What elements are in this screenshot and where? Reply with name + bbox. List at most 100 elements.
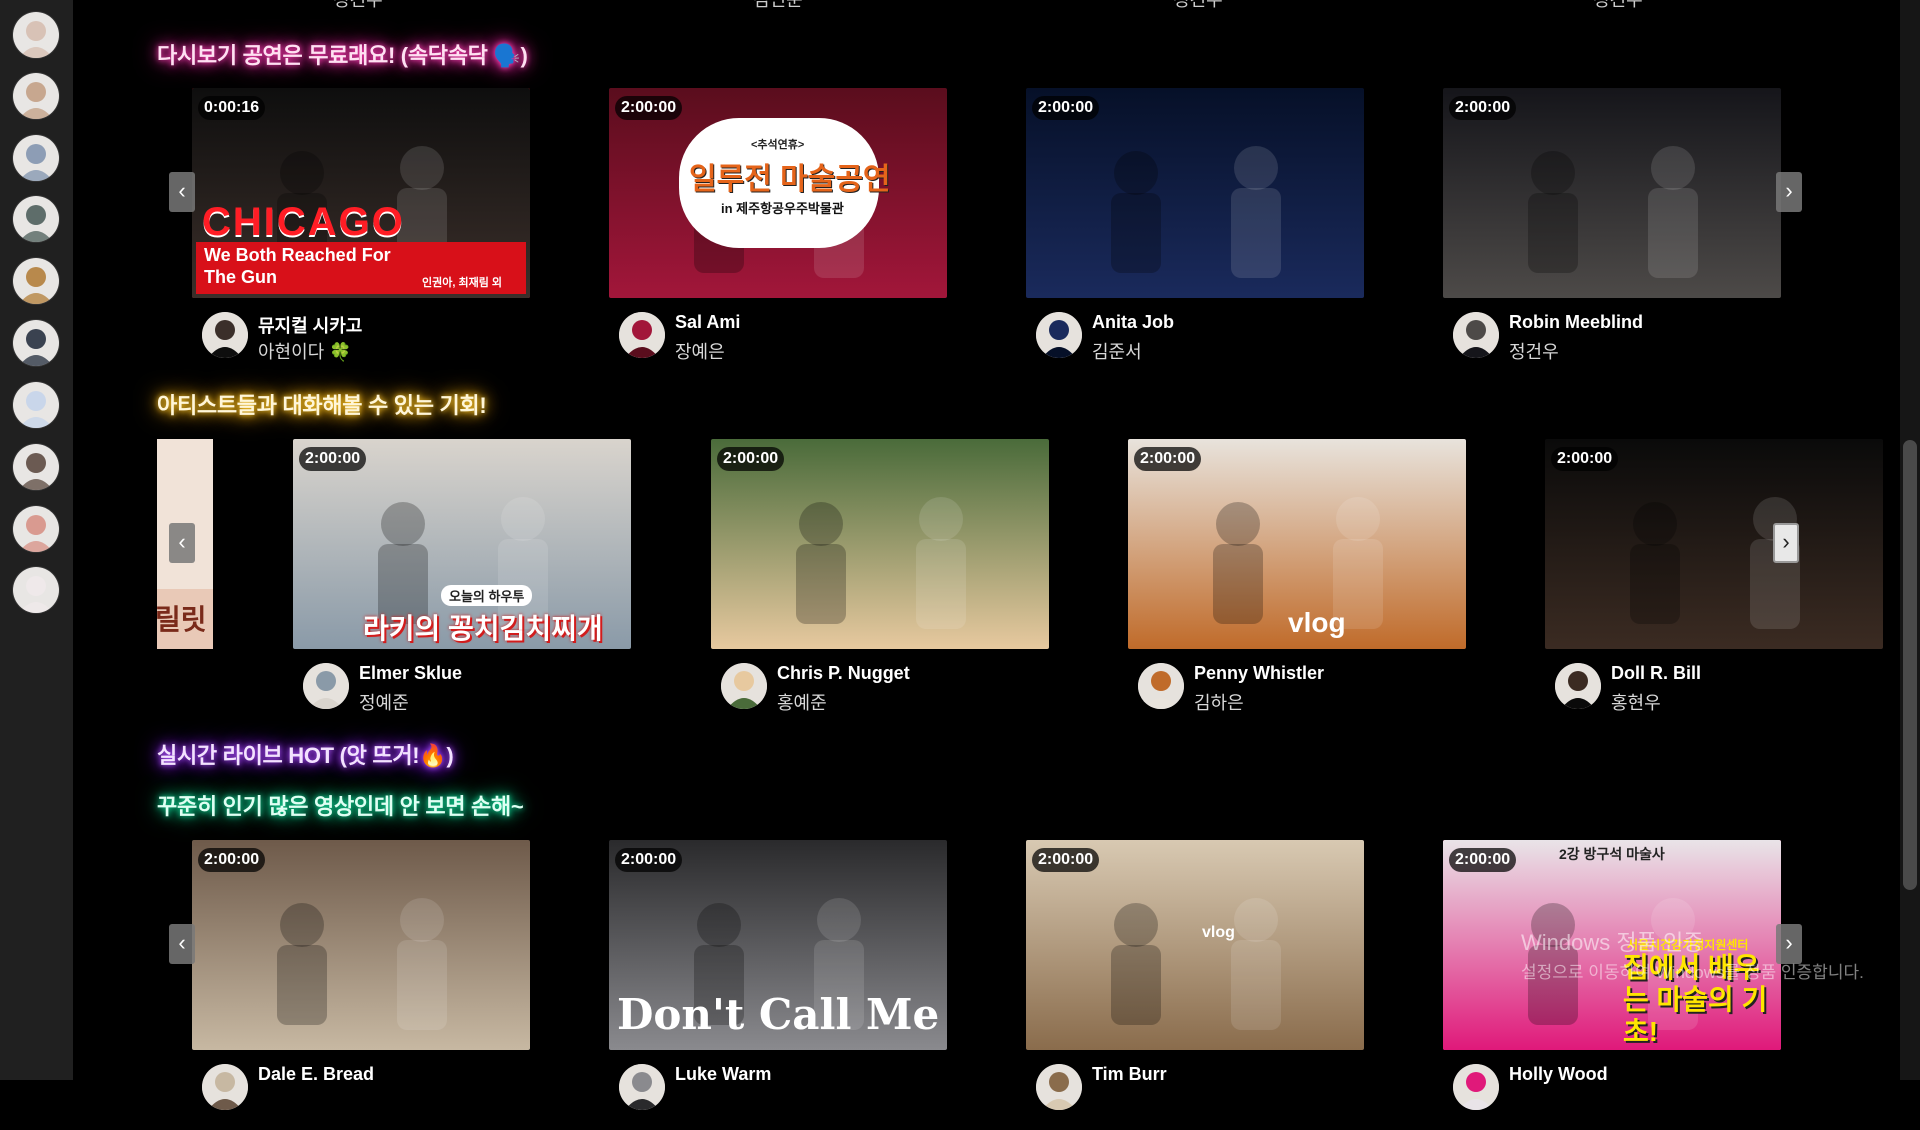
channel-name[interactable]: Anita Job <box>1092 312 1174 333</box>
channel-name[interactable]: Robin Meeblind <box>1509 312 1643 333</box>
channel-name[interactable]: Luke Warm <box>675 1064 771 1085</box>
channel-info[interactable]: 뮤지컬 시카고 아현이다 🍀 <box>202 312 532 362</box>
video-thumbnail[interactable]: 2:00:00 <box>1545 439 1883 649</box>
scrollbar-thumb[interactable] <box>1903 440 1917 890</box>
channel-avatar[interactable] <box>1453 312 1499 358</box>
channel-avatar[interactable] <box>1138 663 1184 709</box>
channel-avatar[interactable] <box>202 312 248 358</box>
video-thumbnail[interactable]: vlog 2:00:00 <box>1128 439 1466 649</box>
channel-name[interactable]: 뮤지컬 시카고 <box>258 312 362 338</box>
partial-channel-subtitle: 정건우 <box>1173 0 1223 10</box>
channel-info[interactable]: Holly Wood <box>1453 1064 1783 1114</box>
overlay-title: 일루전 마술공연 <box>689 163 891 196</box>
sidebar-avatar[interactable] <box>13 196 59 242</box>
video-thumbnail[interactable]: Don't Call Me 2:00:00 <box>609 840 947 1050</box>
channel-avatar[interactable] <box>721 663 767 709</box>
channel-info[interactable]: Sal Ami 장예은 <box>619 312 949 362</box>
carousel-next-button[interactable]: › <box>1776 172 1802 212</box>
carousel-free-replay: CHICAGO We Both Reached For The Gun 인권아, 최… <box>73 88 1900 378</box>
video-thumbnail[interactable]: 2:00:00 <box>192 840 530 1050</box>
overlay-note: 인권아, 최재림 외 <box>422 277 503 289</box>
channel-avatar[interactable] <box>1555 663 1601 709</box>
sidebar-avatar[interactable] <box>13 567 59 613</box>
video-thumbnail[interactable]: <추석연휴> 일루전 마술공연 in 제주항공우주박물관 2:00:00 <box>609 88 947 298</box>
channel-avatar[interactable] <box>1036 1064 1082 1110</box>
sidebar-avatar[interactable] <box>13 12 59 58</box>
channel-avatar[interactable] <box>619 312 665 358</box>
sidebar-avatar[interactable] <box>13 258 59 304</box>
video-thumbnail[interactable]: CHICAGO We Both Reached For The Gun 인권아, 최… <box>192 88 530 298</box>
video-card[interactable]: 2:00:00 Chris P. Nugget 홍예준 <box>711 439 1049 713</box>
overlay-subtitle: in 제주항공우주박물관 <box>721 201 844 216</box>
channel-info[interactable]: Penny Whistler 김하은 <box>1138 663 1468 713</box>
sidebar-avatar[interactable] <box>13 506 59 552</box>
carousel-prev-button[interactable]: ‹ <box>169 523 195 563</box>
overlay-note: <추석연휴> <box>751 139 805 151</box>
video-card[interactable]: CHICAGO We Both Reached For The Gun 인권아, 최… <box>192 88 530 362</box>
sidebar-avatar[interactable] <box>13 73 59 119</box>
partial-channel-subtitle: 정건우 <box>333 0 383 10</box>
channel-name[interactable]: Holly Wood <box>1509 1064 1608 1085</box>
watermark-subtitle: 설정으로 이동하여 Windows를 정품 인증합니다. <box>1521 963 1864 982</box>
channel-name[interactable]: Dale E. Bread <box>258 1064 374 1085</box>
duration-badge: 2:00:00 <box>1449 96 1517 120</box>
video-card[interactable]: 2:00:00 Doll R. Bill 홍현우 <box>1545 439 1883 713</box>
partial-channel-subtitle: 정건우 <box>1593 0 1643 10</box>
video-card[interactable]: 오늘의 하우투 라키의 꽁치김치찌개 2:00:00 Elmer Sklue 정예준 <box>293 439 631 713</box>
channel-info[interactable]: Tim Burr <box>1036 1064 1366 1114</box>
section-title-free-replay: 다시보기 공연은 무료래요! (속닥속닥 🗣️) <box>157 43 528 68</box>
duration-badge: 2:00:00 <box>1032 848 1100 872</box>
channel-info[interactable]: Elmer Sklue 정예준 <box>303 663 633 713</box>
partial-card-text: 릴릿 <box>157 603 207 636</box>
carousel-next-button[interactable]: › <box>1773 523 1799 563</box>
sidebar-avatar[interactable] <box>13 135 59 181</box>
channel-avatar[interactable] <box>1453 1064 1499 1110</box>
duration-badge: 2:00:00 <box>615 96 683 120</box>
channel-name[interactable]: Tim Burr <box>1092 1064 1167 1085</box>
channel-name[interactable]: Doll R. Bill <box>1611 663 1701 684</box>
section-title-artist-chat: 아티스트들과 대화해볼 수 있는 기회! <box>157 393 487 418</box>
channel-avatar[interactable] <box>619 1064 665 1110</box>
sidebar-avatar[interactable] <box>13 320 59 366</box>
video-card[interactable]: vlog 2:00:00 Penny Whistler 김하은 <box>1128 439 1466 713</box>
sidebar-avatar[interactable] <box>13 444 59 490</box>
duration-badge: 2:00:00 <box>1032 96 1100 120</box>
channel-info[interactable]: Luke Warm <box>619 1064 949 1114</box>
main-content: 정건우 김민준 정건우 정건우 다시보기 공연은 무료래요! (속닥속닥 🗣️) CH… <box>73 0 1900 1110</box>
channel-avatar[interactable] <box>303 663 349 709</box>
video-card[interactable]: Don't Call Me 2:00:00 Luke Warm <box>609 840 947 1110</box>
channel-subtitle: 정건우 <box>1509 342 1559 362</box>
video-card[interactable]: vlog 2:00:00 Tim Burr <box>1026 840 1364 1110</box>
scrollbar[interactable] <box>1900 0 1920 1080</box>
previous-row-partial: 정건우 김민준 정건우 정건우 <box>73 0 1900 10</box>
channel-info[interactable]: Doll R. Bill 홍현우 <box>1555 663 1885 713</box>
channel-info[interactable]: Anita Job 김준서 <box>1036 312 1366 362</box>
overlay-title: CHICAGO <box>202 200 405 244</box>
carousel-prev-button[interactable]: ‹ <box>169 172 195 212</box>
video-thumbnail[interactable]: 오늘의 하우투 라키의 꽁치김치찌개 2:00:00 <box>293 439 631 649</box>
channel-name[interactable]: Sal Ami <box>675 312 740 333</box>
video-card[interactable]: 2:00:00 Dale E. Bread <box>192 840 530 1110</box>
channel-avatar[interactable] <box>1036 312 1082 358</box>
channel-subtitle: 정예준 <box>359 693 409 713</box>
channel-name[interactable]: Penny Whistler <box>1194 663 1324 684</box>
channel-info[interactable]: Dale E. Bread <box>202 1064 532 1114</box>
video-thumbnail[interactable]: vlog 2:00:00 <box>1026 840 1364 1050</box>
video-thumbnail[interactable]: 2:00:00 <box>1443 88 1781 298</box>
channel-info[interactable]: Chris P. Nugget 홍예준 <box>721 663 1051 713</box>
video-card[interactable]: 2:00:00 Anita Job 김준서 <box>1026 88 1364 362</box>
video-card[interactable]: 2:00:00 Robin Meeblind 정건우 <box>1443 88 1781 362</box>
carousel-prev-button[interactable]: ‹ <box>169 924 195 964</box>
channel-name[interactable]: Chris P. Nugget <box>777 663 910 684</box>
duration-badge: 2:00:00 <box>1134 447 1202 471</box>
channel-subtitle: 김준서 <box>1092 342 1142 362</box>
sidebar-avatar[interactable] <box>13 382 59 428</box>
video-card[interactable]: <추석연휴> 일루전 마술공연 in 제주항공우주박물관 2:00:00 Sal Ami… <box>609 88 947 362</box>
channel-subtitle: 홍현우 <box>1611 693 1661 713</box>
video-thumbnail[interactable]: 2:00:00 <box>1026 88 1364 298</box>
channel-name[interactable]: Elmer Sklue <box>359 663 462 684</box>
channel-avatar[interactable] <box>202 1064 248 1110</box>
video-thumbnail[interactable]: 2:00:00 <box>711 439 1049 649</box>
duration-badge: 2:00:00 <box>1449 848 1517 872</box>
channel-info[interactable]: Robin Meeblind 정건우 <box>1453 312 1783 362</box>
